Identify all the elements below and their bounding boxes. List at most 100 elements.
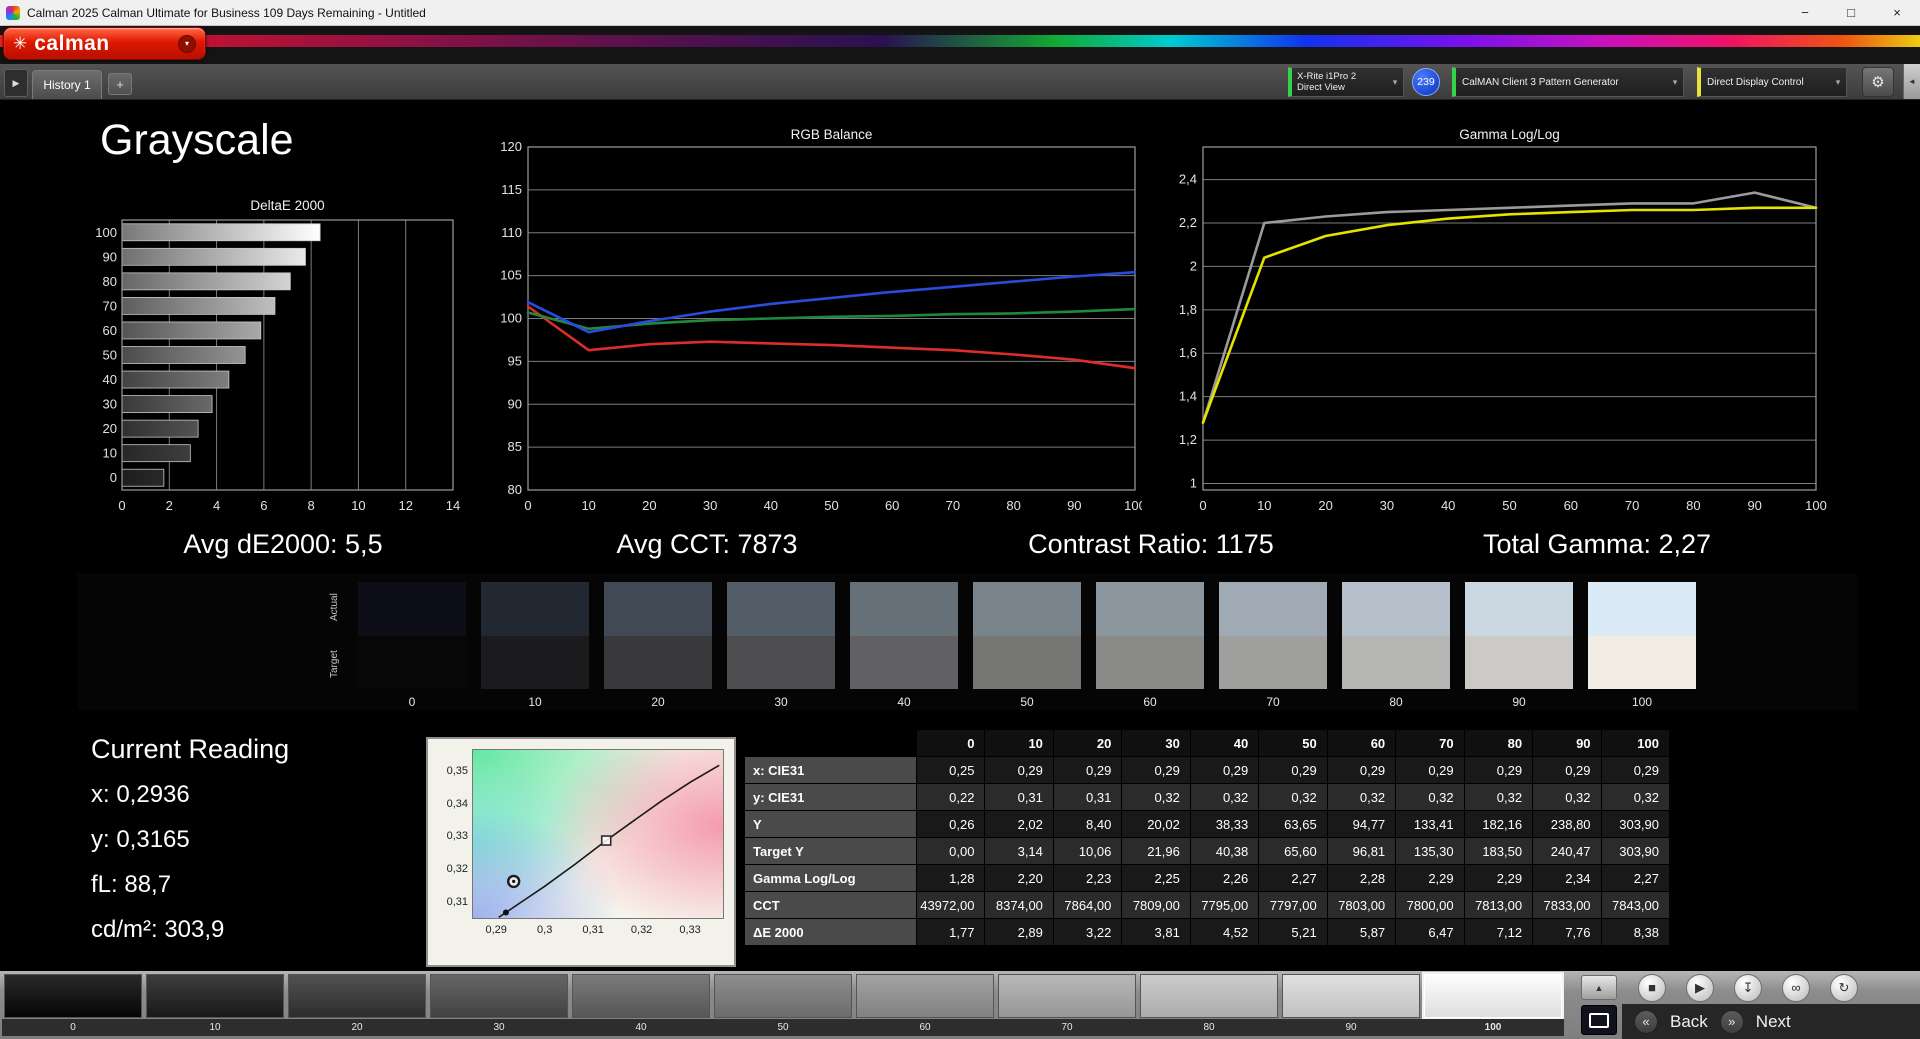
actual-swatch	[1342, 582, 1450, 636]
table-cell: 3,81	[1121, 918, 1191, 946]
pattern-tile-30[interactable]: 30	[428, 974, 570, 1036]
next-button[interactable]: Next	[1756, 1012, 1791, 1032]
tab-scroll-button[interactable]: ▶	[4, 69, 28, 97]
grayscale-swatch-90: 90	[1465, 582, 1573, 709]
svg-text:100: 100	[1124, 498, 1142, 513]
svg-text:80: 80	[508, 482, 522, 497]
current-reading-title: Current Reading	[91, 734, 290, 764]
meter-label: X-Rite i1Pro 2 Direct View	[1297, 71, 1357, 93]
swatch-level-label: 20	[651, 695, 665, 709]
table-cell: 21,96	[1121, 837, 1191, 865]
pattern-tile-swatch[interactable]	[1424, 974, 1562, 1018]
back-chevron-button[interactable]: «	[1634, 1009, 1658, 1034]
table-row: CCT 43972,00 8374,00 7864,00 7809,00 7795,00 7…	[744, 891, 1671, 919]
pattern-tile-swatch[interactable]	[288, 974, 426, 1018]
back-button[interactable]: Back	[1670, 1012, 1708, 1032]
display-control-label: Direct Display Control	[1707, 76, 1804, 88]
table-header-cell: 100	[1600, 729, 1671, 757]
pattern-tile-swatch[interactable]	[1282, 974, 1420, 1018]
actual-swatch	[973, 582, 1081, 636]
table-row: Gamma Log/Log 1,28 2,20 2,23 2,25 2,26 2,27 2,2…	[744, 864, 1671, 892]
svg-text:70: 70	[103, 298, 117, 313]
table-cell: 43972,00	[915, 891, 986, 919]
pattern-tile-swatch[interactable]	[572, 974, 710, 1018]
tab-history-1[interactable]: History 1	[32, 70, 102, 99]
table-cell: 4,52	[1189, 918, 1260, 946]
svg-text:50: 50	[824, 498, 838, 513]
pattern-tile-40[interactable]: 40	[570, 974, 712, 1036]
meter-dropdown[interactable]: X-Rite i1Pro 2 Direct View ▾	[1288, 67, 1404, 97]
table-cell: 38,33	[1189, 810, 1260, 838]
svg-text:115: 115	[501, 182, 522, 197]
pattern-tile-swatch[interactable]	[856, 974, 994, 1018]
pattern-tile-label: 70	[996, 1019, 1138, 1036]
next-chevron-button[interactable]: »	[1719, 1009, 1744, 1034]
svg-text:10: 10	[103, 446, 117, 461]
pattern-tile-90[interactable]: 90	[1280, 974, 1422, 1036]
table-cell: 0,00	[915, 837, 986, 865]
minimize-button[interactable]: −	[1782, 0, 1828, 26]
table-cell: 2,23	[1052, 864, 1123, 892]
refresh-measure-button[interactable]: ↻	[1830, 973, 1858, 1002]
close-button[interactable]: ×	[1874, 0, 1920, 26]
settings-gear-button[interactable]: ⚙	[1862, 67, 1894, 97]
display-control-dropdown[interactable]: Direct Display Control ▾	[1697, 67, 1847, 97]
meter-status-badge[interactable]: 239	[1412, 68, 1440, 96]
continuous-measure-button[interactable]: ∞	[1782, 973, 1810, 1002]
display-layout-button[interactable]	[1581, 1005, 1617, 1035]
pattern-tile-swatch[interactable]	[714, 974, 852, 1018]
pattern-tile-100[interactable]: 100	[1422, 974, 1564, 1036]
play-measure-button[interactable]: ▶	[1686, 973, 1714, 1002]
table-cell: 0,29	[1600, 756, 1671, 784]
table-header-cell: 40	[1189, 729, 1260, 757]
pattern-tile-label: 100	[1422, 1019, 1564, 1036]
cie-y-tick: 0,35	[446, 764, 468, 777]
chevron-down-icon: ▾	[1672, 76, 1678, 87]
pattern-tile-20[interactable]: 20	[286, 974, 428, 1036]
pattern-generator-label: CalMAN Client 3 Pattern Generator	[1462, 76, 1619, 88]
cie-markers-overlay	[498, 764, 720, 919]
pattern-tile-0[interactable]: 0	[2, 974, 144, 1036]
pattern-tile-swatch[interactable]	[998, 974, 1136, 1018]
pattern-tile-70[interactable]: 70	[996, 974, 1138, 1036]
pattern-tile-label: 40	[570, 1019, 712, 1036]
swatch-level-label: 50	[1020, 695, 1034, 709]
table-cell: 0,31	[984, 783, 1054, 811]
pattern-tile-swatch[interactable]	[146, 974, 284, 1018]
pattern-tile-60[interactable]: 60	[854, 974, 996, 1036]
table-cell: 7795,00	[1189, 891, 1260, 919]
pattern-tile-swatch[interactable]	[4, 974, 142, 1018]
grayscale-swatch-80: 80	[1342, 582, 1450, 709]
table-cell: 183,50	[1463, 837, 1534, 865]
pattern-generator-dropdown[interactable]: CalMAN Client 3 Pattern Generator ▾	[1452, 67, 1684, 97]
pattern-tile-50[interactable]: 50	[712, 974, 854, 1036]
collapse-up-button[interactable]: ▲	[1581, 975, 1617, 1000]
pattern-tile-80[interactable]: 80	[1138, 974, 1280, 1036]
save-button[interactable]: ↧	[1734, 973, 1762, 1002]
add-tab-button[interactable]: +	[108, 73, 132, 95]
pattern-tile-swatch[interactable]	[430, 974, 568, 1018]
pattern-tile-10[interactable]: 10	[144, 974, 286, 1036]
actual-swatch	[1096, 582, 1204, 636]
swatch-level-label: 60	[1143, 695, 1157, 709]
maximize-button[interactable]: □	[1828, 0, 1874, 26]
contrast-ratio-stat: Contrast Ratio: 1175	[1028, 529, 1274, 559]
target-swatch	[727, 635, 835, 689]
table-cell: 0,29	[1258, 756, 1328, 784]
pattern-tile-swatch[interactable]	[1140, 974, 1278, 1018]
table-header-cell: 20	[1052, 729, 1123, 757]
table-cell: 63,65	[1258, 810, 1328, 838]
side-panel-handle[interactable]: ◄	[1903, 64, 1920, 99]
calman-logo-menu[interactable]: ✳ calman ▾	[3, 27, 206, 60]
title-bar: Calman 2025 Calman Ultimate for Business…	[0, 0, 1920, 26]
target-swatch	[1219, 635, 1327, 689]
pattern-tile-label: 80	[1138, 1019, 1280, 1036]
table-cell: 2,20	[984, 864, 1054, 892]
table-cell: 0,29	[1395, 756, 1465, 784]
measurement-table: 0 10 20 30 40 50 60 70 80 90 100 x: CIE31 0,25 0,29 0,…	[744, 729, 1671, 946]
stop-button[interactable]: ■	[1638, 973, 1666, 1002]
svg-text:2: 2	[166, 498, 173, 513]
table-row-label: Gamma Log/Log	[744, 864, 917, 892]
table-header-cell: 10	[984, 729, 1054, 757]
table-cell: 2,26	[1189, 864, 1260, 892]
